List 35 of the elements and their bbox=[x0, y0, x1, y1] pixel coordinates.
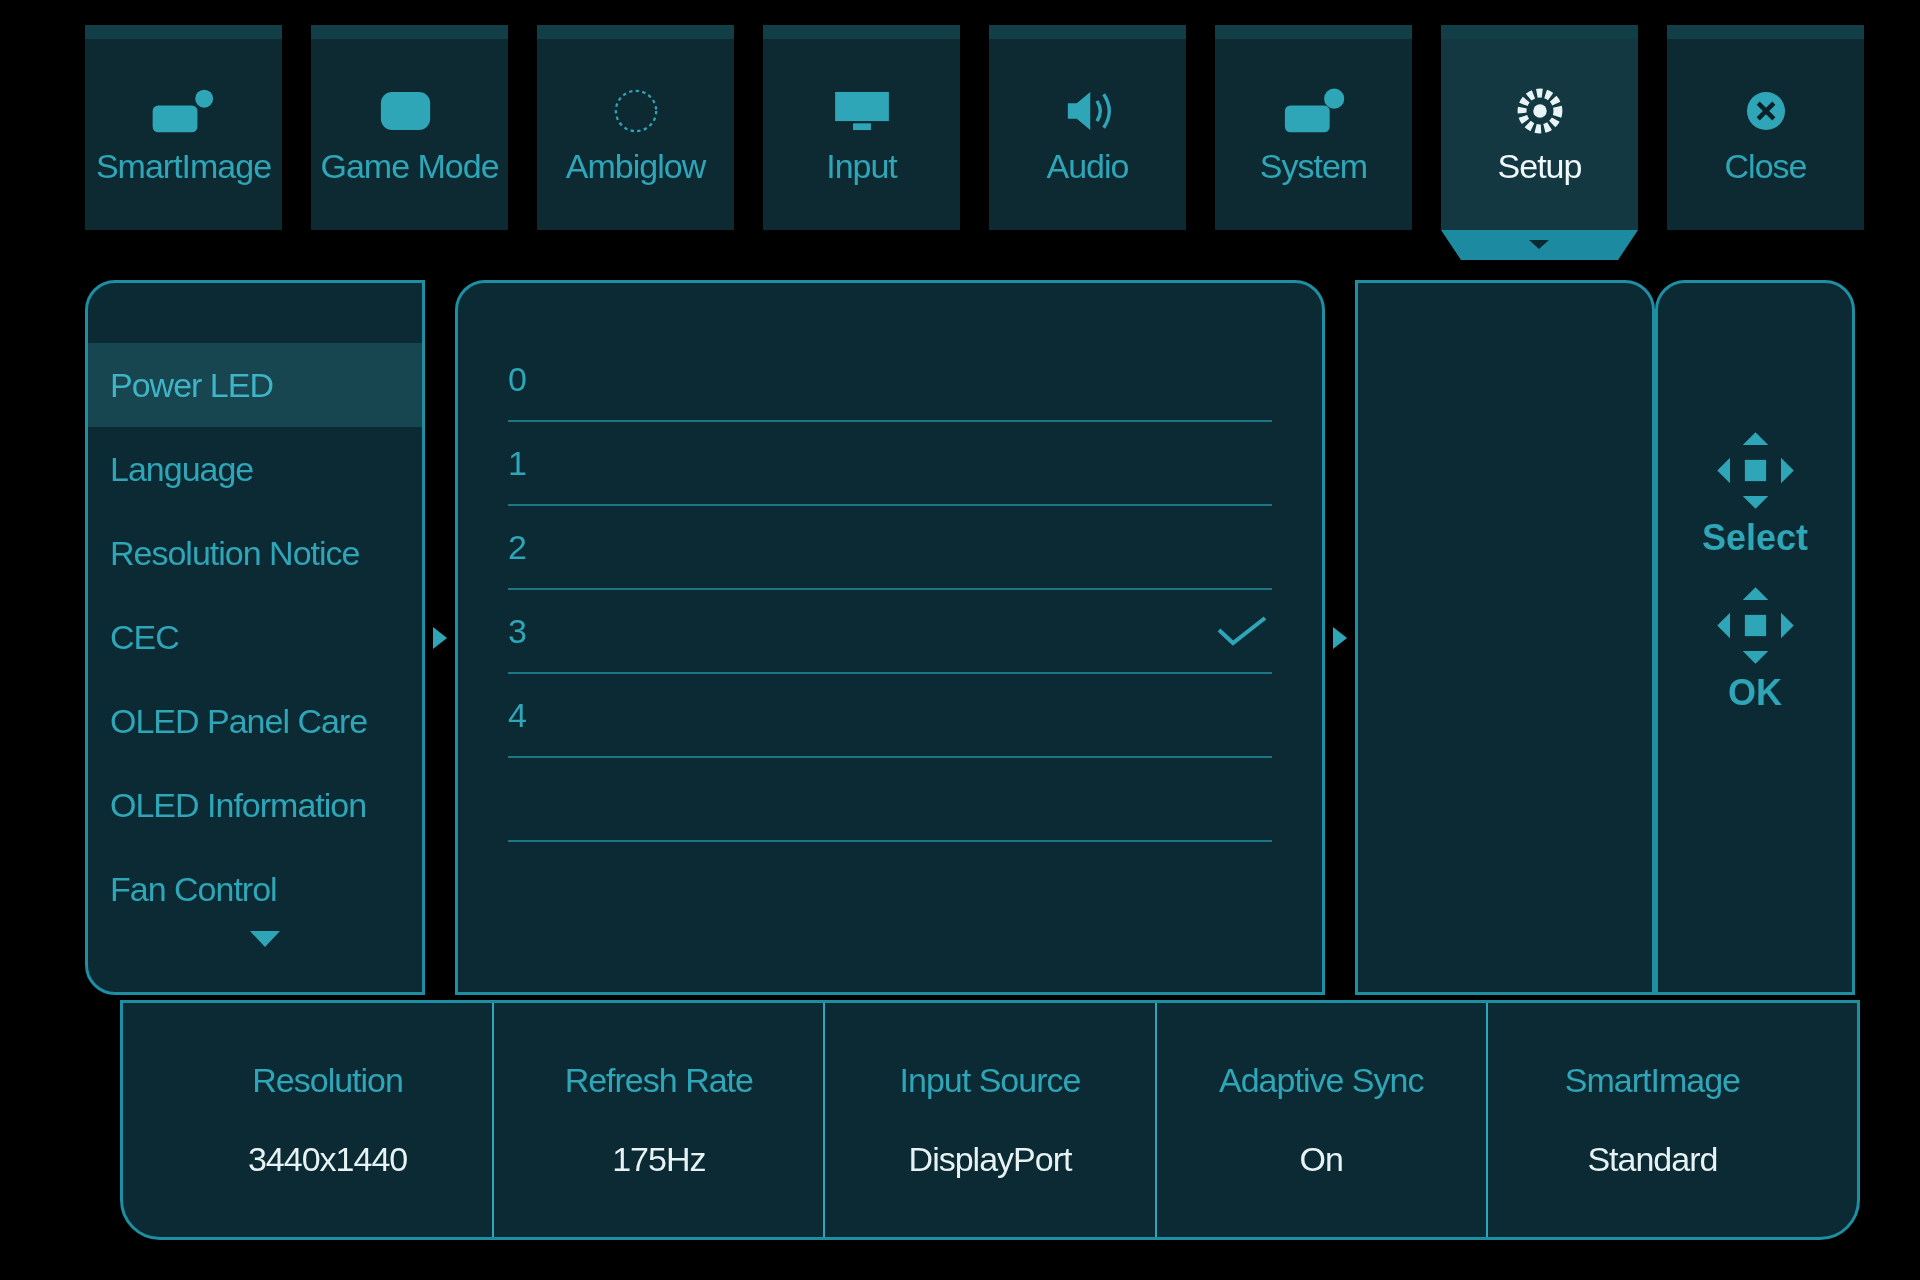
menu-item[interactable]: OLED Information bbox=[88, 763, 422, 847]
menu-tab[interactable]: Setup bbox=[1441, 25, 1638, 230]
menu-tab[interactable]: Audio bbox=[989, 25, 1186, 230]
option-label[interactable]: 0 bbox=[508, 359, 527, 399]
option-label[interactable]: 1 bbox=[508, 443, 527, 483]
control-label: Select bbox=[1701, 517, 1809, 559]
menu-item[interactable]: Power LED bbox=[88, 343, 422, 427]
menu-item[interactable]: Fan Control bbox=[88, 847, 422, 931]
status-value: Standard bbox=[1587, 1140, 1718, 1179]
control-label: OK bbox=[1728, 672, 1782, 714]
status-value: On bbox=[1299, 1140, 1343, 1179]
status-label: Adaptive Sync bbox=[1219, 1061, 1424, 1100]
arrow-right-icon bbox=[433, 626, 447, 649]
arrow-right-icon bbox=[1333, 626, 1347, 649]
status-label: SmartImage bbox=[1564, 1061, 1740, 1100]
option-label[interactable]: 2 bbox=[508, 527, 527, 567]
menu-item[interactable]: OLED Panel Care bbox=[88, 679, 422, 763]
menu-tab[interactable]: Ambiglow bbox=[537, 25, 734, 230]
menu-item[interactable]: Language bbox=[88, 427, 422, 511]
status-label: Refresh Rate bbox=[564, 1061, 753, 1100]
status-value: 3440x1440 bbox=[247, 1140, 408, 1179]
menu-tab[interactable]: Close bbox=[1667, 25, 1864, 230]
option-label[interactable]: 3 bbox=[508, 611, 527, 651]
status-label: Input Source bbox=[899, 1061, 1081, 1100]
menu-item[interactable]: CEC bbox=[88, 595, 422, 679]
menu-tab[interactable]: Input bbox=[763, 25, 960, 230]
menu-tab[interactable]: SmartImage bbox=[85, 25, 282, 230]
status-value: 175Hz bbox=[612, 1140, 706, 1179]
menu-tab[interactable]: System bbox=[1215, 25, 1412, 230]
menu-item[interactable]: Resolution Notice bbox=[88, 511, 422, 595]
status-label: Resolution bbox=[252, 1061, 403, 1100]
option-label[interactable]: 4 bbox=[508, 695, 527, 735]
status-value: DisplayPort bbox=[908, 1140, 1072, 1179]
scroll-down-icon bbox=[250, 931, 280, 947]
menu-tab[interactable]: Game Mode bbox=[311, 25, 508, 230]
